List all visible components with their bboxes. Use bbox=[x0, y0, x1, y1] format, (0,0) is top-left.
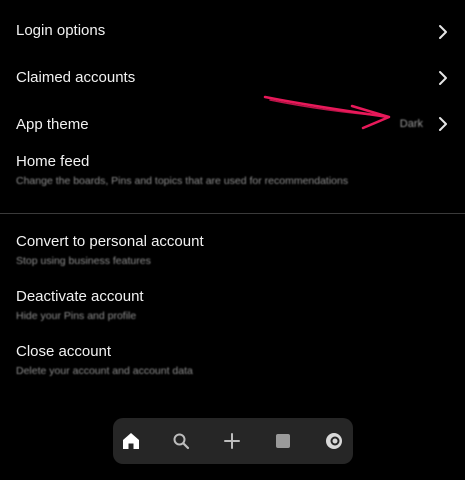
login-options-row[interactable]: Login options bbox=[0, 14, 465, 48]
convert-account-description: Stop using business features bbox=[16, 255, 151, 267]
plus-icon bbox=[224, 433, 240, 449]
home-feed-description: Change the boards, Pins and topics that … bbox=[16, 175, 349, 187]
app-theme-row[interactable]: App theme Dark bbox=[0, 108, 465, 142]
app-theme-value: Dark bbox=[399, 118, 423, 130]
nav-search-button[interactable] bbox=[163, 418, 199, 464]
deactivate-account-description: Hide your Pins and profile bbox=[16, 310, 137, 322]
section-divider bbox=[0, 213, 465, 214]
deactivate-account-row[interactable]: Deactivate account Hide your Pins and pr… bbox=[0, 283, 465, 327]
claimed-accounts-row[interactable]: Claimed accounts bbox=[0, 61, 465, 95]
login-options-label: Login options bbox=[16, 22, 106, 39]
chevron-right-icon bbox=[437, 70, 449, 86]
chevron-right-icon bbox=[437, 116, 449, 132]
profile-icon bbox=[326, 433, 342, 449]
bottom-navigation-bar bbox=[113, 418, 353, 464]
home-feed-row[interactable]: Home feed Change the boards, Pins and to… bbox=[0, 150, 465, 192]
nav-profile-button[interactable] bbox=[316, 418, 352, 464]
close-account-description: Delete your account and account data bbox=[16, 365, 193, 377]
search-icon bbox=[173, 433, 190, 450]
convert-account-label: Convert to personal account bbox=[16, 233, 204, 250]
convert-account-row[interactable]: Convert to personal account Stop using b… bbox=[0, 228, 465, 272]
close-account-row[interactable]: Close account Delete your account and ac… bbox=[0, 338, 465, 382]
nav-home-button[interactable] bbox=[113, 418, 149, 464]
close-account-label: Close account bbox=[16, 343, 112, 360]
chevron-right-icon bbox=[437, 24, 449, 40]
app-theme-label: App theme bbox=[16, 116, 89, 133]
home-icon bbox=[123, 433, 139, 449]
claimed-accounts-label: Claimed accounts bbox=[16, 69, 136, 86]
messages-icon bbox=[276, 434, 290, 448]
nav-create-button[interactable] bbox=[214, 418, 250, 464]
deactivate-account-label: Deactivate account bbox=[16, 288, 144, 305]
nav-messages-button[interactable] bbox=[265, 418, 301, 464]
home-feed-label: Home feed bbox=[16, 153, 90, 170]
